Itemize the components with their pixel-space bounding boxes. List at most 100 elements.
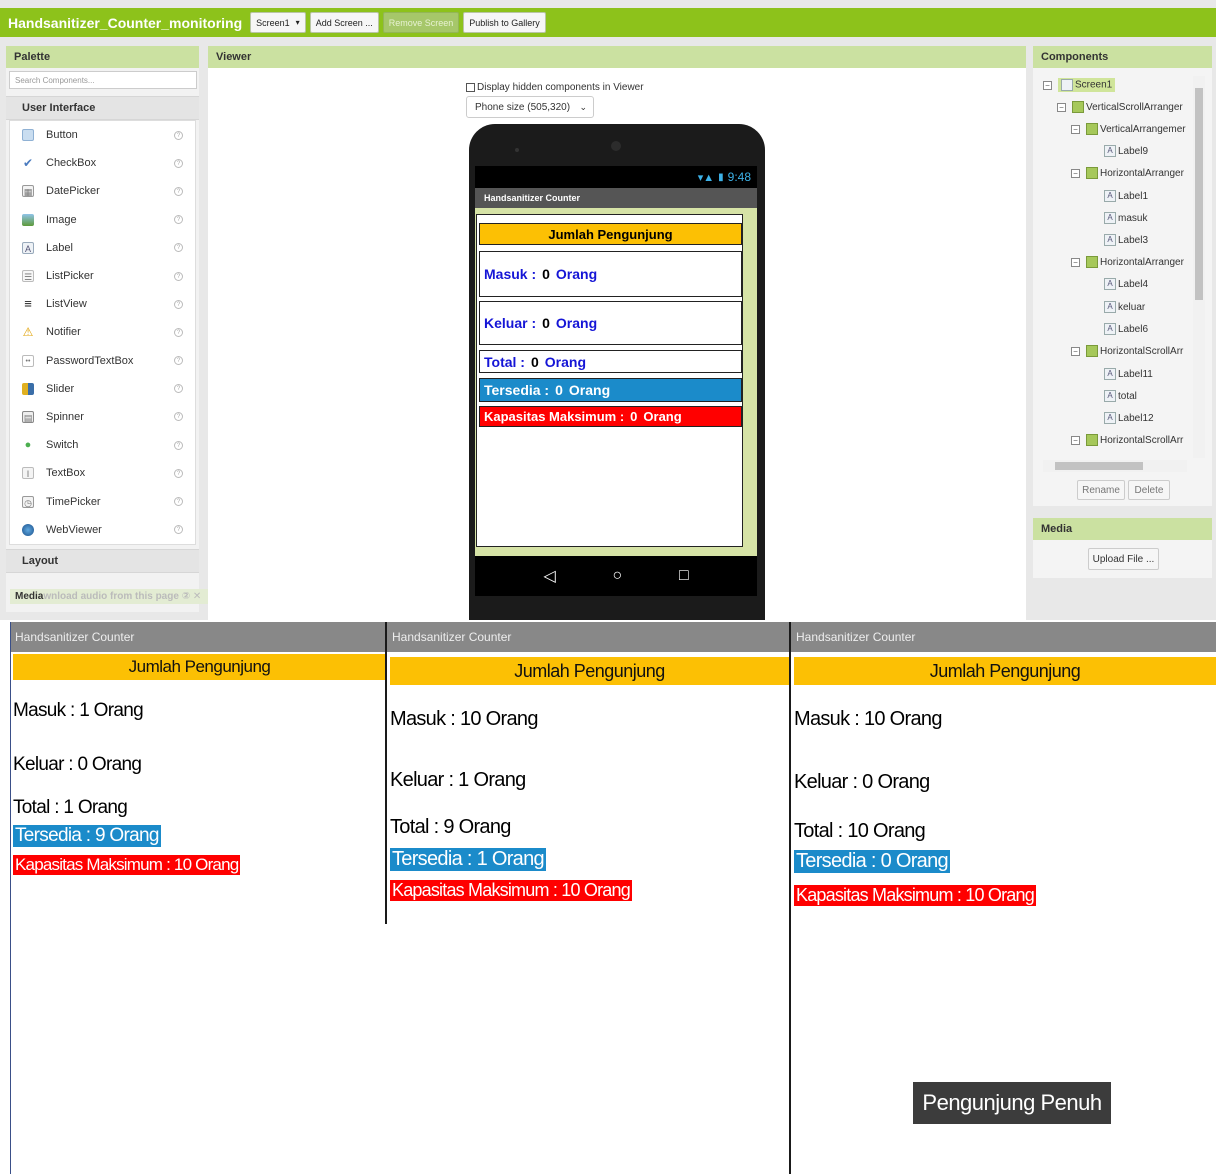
rename-button[interactable]: Rename [1077,480,1125,500]
section-user-interface[interactable]: User Interface [6,96,199,120]
tree-node[interactable]: Atotal [1104,390,1137,402]
kapasitas-unit[interactable]: Orang [643,409,681,424]
search-components-input[interactable]: Search Components... [9,71,197,89]
tree-node[interactable]: A Label4 [1104,278,1148,290]
tree-node[interactable]: Amasuk [1104,212,1147,224]
palette-item-slider[interactable]: Slider? [10,375,195,403]
tree-node[interactable]: A Label3 [1104,234,1148,246]
tersedia-value[interactable]: 0 [555,382,563,398]
help-icon[interactable]: ? [174,525,183,535]
add-screen-button[interactable]: Add Screen ... [309,12,379,33]
tersedia-row[interactable]: Tersedia : 0 Orang [479,378,742,402]
palette-item-button[interactable]: Button? [10,121,195,149]
total-label[interactable]: Total : [484,354,525,370]
help-icon[interactable]: ? [174,243,183,253]
collapse-icon[interactable]: − [1071,168,1080,178]
help-icon[interactable]: ? [174,299,183,309]
tree-node[interactable]: − HorizontalArranger [1071,256,1184,268]
help-icon[interactable]: ? [174,186,183,196]
scrollbar-thumb[interactable] [1195,88,1203,300]
palette-item-switch[interactable]: ● Switch? [10,431,195,459]
palette-item-notifier[interactable]: ⚠ Notifier? [10,318,195,346]
download-audio-overlay[interactable]: wnload audio from this page [43,591,179,602]
kapasitas-row[interactable]: Kapasitas Maksimum : 0 Orang [479,406,742,427]
masuk-value[interactable]: 0 [542,266,550,282]
tree-vertical-scrollbar[interactable] [1193,76,1205,458]
tree-node[interactable]: A Label6 [1104,323,1148,335]
collapse-icon[interactable]: − [1071,435,1080,445]
phone-size-select[interactable]: Phone size (505,320) ⌄ [466,96,594,118]
collapse-icon[interactable]: − [1071,346,1080,356]
palette-item-listpicker[interactable]: ☰ ListPicker? [10,262,195,290]
tree-node[interactable]: − HorizontalScrollArr [1071,345,1183,357]
tree-node[interactable]: A Label1 [1104,190,1148,202]
palette-item-textbox[interactable]: I TextBox? [10,459,195,487]
scrollbar-thumb[interactable] [1055,462,1143,470]
delete-button[interactable]: Delete [1128,480,1170,500]
jumlah-pengunjung-label[interactable]: Jumlah Pengunjung [479,223,742,245]
collapse-icon[interactable]: − [1057,102,1066,112]
help-icon[interactable]: ? [174,440,183,450]
tree-node-screen1[interactable]: − Screen1 [1043,78,1116,92]
palette-item-datepicker[interactable]: ▦ DatePicker? [10,177,195,205]
help-icon[interactable]: ? [174,327,183,337]
total-value[interactable]: 0 [531,354,539,370]
vertical-scroll-arrangement[interactable]: Jumlah Pengunjung Masuk : 0 Orang Keluar… [476,214,743,547]
help-icon[interactable]: ? [174,497,183,507]
palette-item-spinner[interactable]: ▤ Spinner? [10,403,195,431]
remove-screen-button[interactable]: Remove Screen [382,12,460,33]
section-media[interactable]: Media [15,591,43,602]
palette-item-checkbox[interactable]: ✔ CheckBox? [10,149,195,177]
collapse-icon[interactable]: − [1043,80,1052,90]
collapse-icon[interactable]: − [1071,257,1080,267]
help-icon[interactable]: ? [174,468,183,478]
tree-node[interactable]: A Label12 [1104,412,1154,424]
help-icon[interactable]: ? [174,271,183,281]
collapse-icon[interactable]: − [1071,124,1080,134]
tree-node[interactable]: − VerticalScrollArranger [1057,101,1183,113]
tree-horizontal-scrollbar[interactable] [1043,460,1187,472]
help-icon[interactable]: ? [174,356,183,366]
tree-node[interactable]: A Label9 [1104,145,1148,157]
palette-item-label[interactable]: A Label? [10,234,195,262]
keluar-unit[interactable]: Orang [556,315,597,331]
keluar-row[interactable]: Keluar : 0 Orang [479,301,742,345]
tree-node[interactable]: − VerticalArrangemer [1071,123,1186,135]
component-list: Button? ✔ CheckBox? ▦ DatePicker? Image? A… [9,120,196,545]
upload-file-button[interactable]: Upload File ... [1088,548,1159,570]
tree-node[interactable]: − HorizontalScrollArr [1071,434,1183,446]
tree-node[interactable]: Akeluar [1104,301,1145,313]
help-icon[interactable]: ? [174,412,183,422]
help-icon[interactable]: ? [174,384,183,394]
palette-item-label: Slider [46,382,75,395]
speaker-icon [611,141,621,151]
checkbox-box[interactable] [466,83,475,92]
palette-item-webviewer[interactable]: WebViewer? [10,516,195,544]
publish-button[interactable]: Publish to Gallery [463,12,546,33]
total-unit[interactable]: Orang [545,354,586,370]
label-icon: A [22,241,34,254]
section-layout[interactable]: Layout [6,548,199,573]
webviewer-icon [22,523,34,536]
help-icon[interactable]: ? [174,130,183,140]
masuk-unit[interactable]: Orang [556,266,597,282]
screen-select[interactable]: Screen1 ▾ [250,12,306,33]
masuk-label[interactable]: Masuk : [484,266,536,282]
tersedia-unit[interactable]: Orang [569,382,610,398]
keluar-value[interactable]: 0 [542,315,550,331]
keluar-label[interactable]: Keluar : [484,315,536,331]
masuk-row[interactable]: Masuk : 0 Orang [479,251,742,297]
kapasitas-value[interactable]: 0 [630,409,637,424]
palette-item-passwordtextbox[interactable]: •• PasswordTextBox? [10,347,195,375]
total-row[interactable]: Total : 0 Orang [479,350,742,373]
help-icon[interactable]: ? [174,215,183,225]
tersedia-label[interactable]: Tersedia : [484,382,549,398]
palette-item-listview[interactable]: ≡ ListView? [10,290,195,318]
help-icon[interactable]: ? [174,158,183,168]
display-hidden-checkbox[interactable]: Display hidden components in Viewer [466,82,644,93]
kapasitas-label[interactable]: Kapasitas Maksimum : [484,409,624,424]
palette-item-timepicker[interactable]: ◷ TimePicker? [10,487,195,515]
tree-node[interactable]: A Label11 [1104,368,1153,380]
tree-node[interactable]: − HorizontalArranger [1071,167,1184,179]
palette-item-image[interactable]: Image? [10,206,195,234]
